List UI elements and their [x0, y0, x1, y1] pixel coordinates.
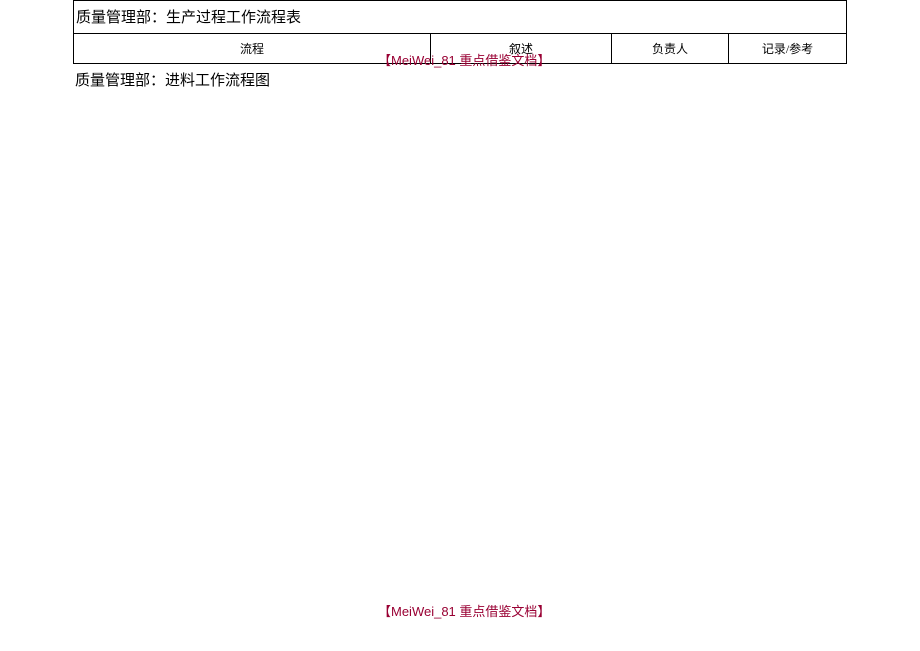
page-container: 质量管理部：生产过程工作流程表 流程 叙述 负责人 记录/参考 质量管理部：进料…	[0, 0, 920, 90]
header-record: 记录/参考	[729, 34, 846, 63]
table-title: 质量管理部：生产过程工作流程表	[74, 1, 846, 34]
header-owner: 负责人	[612, 34, 729, 63]
watermark-bottom: 【MeiWei_81 重点借鉴文档】	[378, 601, 550, 620]
watermark-top: 【MeiWei_81 重点借鉴文档】	[378, 50, 550, 69]
